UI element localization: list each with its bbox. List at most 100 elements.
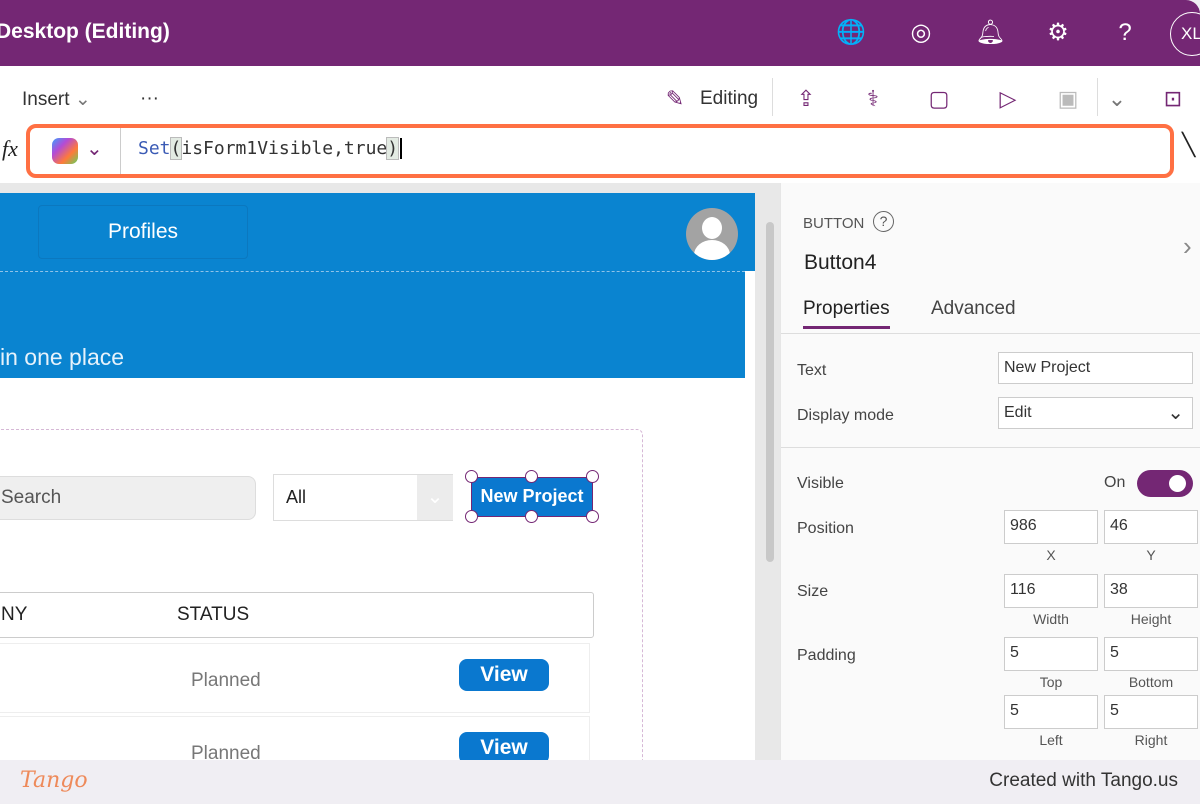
chevron-down-icon[interactable]: ⌄ — [86, 136, 103, 161]
help-icon[interactable]: ? — [1110, 18, 1140, 48]
chevron-down-icon: ⌄ — [417, 475, 453, 520]
text-label: Text — [797, 362, 827, 379]
resize-handle[interactable] — [465, 510, 478, 523]
status-cell: Planned — [191, 670, 261, 691]
insert-menu[interactable]: Insert ⌄ — [22, 88, 91, 111]
view-button[interactable]: View — [459, 659, 549, 691]
properties-panel: BUTTON ? › Button4 Properties Advanced T… — [780, 183, 1200, 760]
y-field[interactable]: 46 — [1104, 510, 1198, 544]
chevron-down-icon: ⌄ — [1167, 402, 1184, 424]
share-icon[interactable]: ⇪ — [791, 86, 821, 114]
formula-bar[interactable]: ⌄ Set(isForm1Visible,true) — [26, 124, 1174, 178]
bottom-label: Bottom — [1128, 674, 1174, 690]
divider — [781, 333, 1200, 334]
formula-args: isForm1Visible,true — [181, 138, 388, 159]
help-icon[interactable]: ? — [873, 211, 894, 232]
divider — [1097, 78, 1098, 116]
width-label: Width — [1033, 611, 1069, 627]
view-button[interactable]: View — [459, 732, 549, 760]
play-icon[interactable]: ▷ — [993, 86, 1023, 114]
tagline: in one place — [0, 344, 125, 370]
save-icon[interactable]: ▣ — [1053, 86, 1083, 114]
left-label: Left — [1039, 732, 1063, 748]
display-mode-dropdown[interactable]: Edit ⌄ — [998, 397, 1193, 429]
height-label: Height — [1130, 611, 1172, 627]
resize-handle[interactable] — [525, 470, 538, 483]
dropdown-value: All — [286, 487, 307, 507]
display-mode-label: Display mode — [797, 407, 894, 424]
pencil-icon: ✎ — [665, 86, 685, 111]
app-title: Desktop (Editing) — [0, 20, 170, 43]
visible-label: Visible — [797, 475, 844, 492]
visible-state: On — [1104, 474, 1126, 491]
text-field[interactable]: New Project — [998, 352, 1193, 384]
status-dropdown[interactable]: All ⌄ — [273, 474, 453, 521]
title-bar: Desktop (Editing) 🌐 ◎ 🔔︎ ⚙ ? XL — [0, 0, 1200, 66]
x-field[interactable]: 986 — [1004, 510, 1098, 544]
padding-right-field[interactable]: 5 — [1104, 695, 1198, 729]
padding-top-field[interactable]: 5 — [1004, 637, 1098, 671]
divider — [772, 78, 773, 116]
right-label: Right — [1134, 732, 1168, 748]
padding-bottom-field[interactable]: 5 — [1104, 637, 1198, 671]
avatar[interactable]: XL — [1170, 12, 1200, 56]
status-cell: Planned — [191, 743, 261, 760]
bell-icon[interactable]: 🔔︎ — [975, 18, 1005, 48]
tab-advanced[interactable]: Advanced — [931, 298, 1016, 320]
table-row[interactable]: Planned View — [0, 716, 590, 760]
hero-band: in one place — [0, 271, 745, 378]
chevron-down-icon[interactable]: ⌄ — [1102, 86, 1132, 114]
copilot-icon[interactable]: ◎ — [906, 18, 936, 48]
publish-icon[interactable]: ⊡ — [1158, 86, 1188, 114]
insert-label: Insert — [22, 89, 70, 110]
visible-toggle[interactable] — [1137, 470, 1193, 497]
text-cursor — [400, 138, 403, 159]
width-field[interactable]: 116 — [1004, 574, 1098, 608]
chevron-right-icon[interactable]: › — [1183, 231, 1192, 262]
app-checker-icon[interactable]: ⚕ — [858, 86, 888, 114]
resize-handle[interactable] — [525, 510, 538, 523]
position-label: Position — [797, 520, 854, 537]
editing-status[interactable]: Editing — [700, 88, 758, 110]
comment-icon[interactable]: ▢ — [924, 86, 954, 114]
padding-label: Padding — [797, 647, 856, 664]
y-label: Y — [1146, 547, 1156, 563]
credit-text: Created with Tango.us — [989, 770, 1178, 791]
fx-label: fx — [2, 136, 18, 161]
padding-left-field[interactable]: 5 — [1004, 695, 1098, 729]
resize-handle[interactable] — [586, 510, 599, 523]
height-field[interactable]: 38 — [1104, 574, 1198, 608]
formula-paren: ) — [386, 137, 400, 160]
formula-function: Set — [138, 138, 171, 159]
environment-icon[interactable]: 🌐 — [836, 18, 866, 48]
chevron-down-icon: ⌄ — [74, 89, 91, 110]
user-avatar-icon[interactable] — [686, 208, 738, 260]
toolbar: Insert ⌄ ··· ✎ Editing ⇪ ⚕ ▢ ▷ ▣ ⌄ ⊡ — [0, 66, 1200, 126]
app-screen: Profiles in one place Search All ⌄ New Pr… — [0, 193, 755, 760]
formula-input[interactable]: Set(isForm1Visible,true) — [138, 137, 403, 160]
table-header: NY STATUS — [0, 592, 594, 638]
vertical-scrollbar[interactable] — [766, 222, 774, 562]
divider — [120, 128, 121, 174]
copilot-icon[interactable] — [52, 138, 78, 164]
size-label: Size — [797, 583, 829, 600]
column-header: STATUS — [177, 604, 250, 625]
x-label: X — [1046, 547, 1056, 563]
resize-handle[interactable] — [465, 470, 478, 483]
more-button[interactable]: ··· — [140, 88, 159, 110]
header-band: Profiles — [0, 193, 755, 271]
column-header: NY — [1, 604, 28, 625]
divider — [781, 447, 1200, 448]
table-row[interactable]: Planned View — [0, 643, 590, 713]
expand-icon[interactable]: ╲ — [1182, 132, 1195, 158]
app-window: Desktop (Editing) 🌐 ◎ 🔔︎ ⚙ ? XL Insert ⌄… — [0, 0, 1200, 760]
tab-properties[interactable]: Properties — [803, 298, 890, 329]
formula-paren: ( — [169, 137, 183, 160]
search-input[interactable]: Search — [0, 476, 256, 520]
gear-icon[interactable]: ⚙ — [1043, 18, 1073, 48]
tango-logo: Tango — [20, 768, 88, 793]
control-name[interactable]: Button4 — [804, 251, 876, 275]
profiles-button[interactable]: Profiles — [38, 205, 248, 259]
top-label: Top — [1039, 674, 1063, 690]
resize-handle[interactable] — [586, 470, 599, 483]
